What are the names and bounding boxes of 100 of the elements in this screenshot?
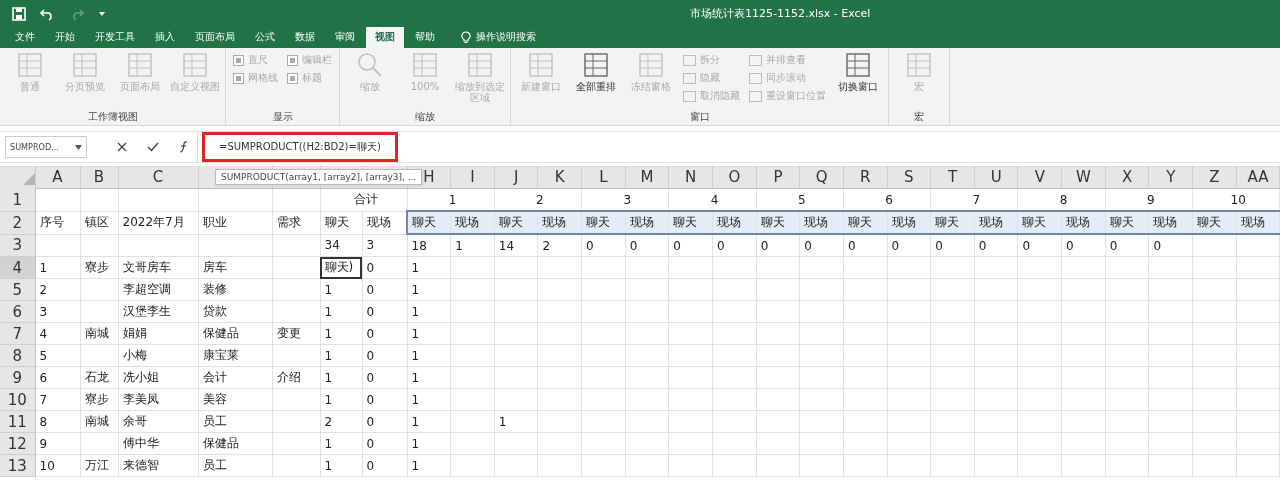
- table-cell: 1: [35, 256, 80, 279]
- table-cell: 聊天: [407, 211, 451, 234]
- row-header[interactable]: 9: [0, 366, 35, 389]
- row-header[interactable]: 10: [0, 388, 35, 411]
- ribbon-tab[interactable]: 公式: [246, 27, 284, 48]
- table-cell: 0: [1105, 234, 1149, 257]
- formula-text[interactable]: =SUMPRODUCT((H2:BD2)=聊天): [202, 132, 398, 162]
- table-cell: 现场: [537, 211, 582, 234]
- save-icon[interactable]: [12, 6, 26, 21]
- row-header[interactable]: 3: [0, 234, 35, 257]
- ribbon-tab[interactable]: 开发工具: [86, 27, 144, 48]
- column-header[interactable]: Z: [1192, 166, 1237, 189]
- column-header[interactable]: AA: [1236, 166, 1280, 189]
- column-header[interactable]: I: [450, 166, 495, 189]
- table-cell: 万江: [80, 454, 118, 477]
- table-cell: 8: [35, 410, 80, 433]
- name-box[interactable]: SUMPROD...: [5, 136, 87, 158]
- table-cell: 南城: [80, 322, 118, 345]
- table-cell: 现场: [1061, 211, 1106, 234]
- column-header[interactable]: O: [712, 166, 757, 189]
- table-cell: 冼小姐: [118, 366, 198, 389]
- function-icon[interactable]: [179, 141, 189, 153]
- cancel-icon[interactable]: [117, 142, 127, 152]
- table-cell: 1: [320, 300, 362, 323]
- column-header[interactable]: Q: [799, 166, 844, 189]
- table-cell: 0: [712, 234, 757, 257]
- row-header[interactable]: 8: [0, 344, 35, 367]
- ribbon-tab[interactable]: 页面布局: [186, 27, 244, 48]
- column-header[interactable]: V: [1017, 166, 1062, 189]
- row-header[interactable]: 12: [0, 432, 35, 455]
- column-header[interactable]: L: [581, 166, 626, 189]
- column-header[interactable]: C: [118, 166, 198, 189]
- search-tab[interactable]: 操作说明搜索: [452, 27, 545, 48]
- table-cell: 0: [1017, 234, 1062, 257]
- table-cell: 1: [407, 300, 451, 323]
- table-cell: 3: [362, 234, 407, 257]
- table-cell: 1: [320, 366, 362, 389]
- check-icon[interactable]: [147, 142, 159, 152]
- table-cell: 1: [407, 432, 451, 455]
- table-cell: 1: [320, 432, 362, 455]
- column-header[interactable]: S: [887, 166, 931, 189]
- column-header[interactable]: B: [80, 166, 118, 189]
- table-cell: 4: [35, 322, 80, 345]
- ribbon-tab[interactable]: 数据: [286, 27, 324, 48]
- ribbon-tab[interactable]: 审阅: [326, 27, 364, 48]
- table-cell: 0: [362, 344, 407, 367]
- column-header[interactable]: K: [537, 166, 582, 189]
- table-cell: 聊天: [494, 211, 538, 234]
- table-cell: 3: [35, 300, 80, 323]
- row-header[interactable]: 11: [0, 410, 35, 433]
- table-cell: 7: [35, 388, 80, 411]
- table-cell: 0: [668, 234, 713, 257]
- table-cell: 1: [320, 454, 362, 477]
- group-label: 宏: [913, 110, 925, 124]
- row-header[interactable]: 1: [0, 188, 35, 211]
- column-header[interactable]: J: [494, 166, 538, 189]
- table-cell: 0: [887, 234, 931, 257]
- ribbon-tab[interactable]: 帮助: [406, 27, 444, 48]
- table-cell: 小梅: [118, 344, 198, 367]
- row-header[interactable]: 6: [0, 300, 35, 323]
- table-cell: 10: [35, 454, 80, 477]
- column-header[interactable]: M: [625, 166, 669, 189]
- table-cell: 1: [450, 234, 495, 257]
- table-cell: 现场: [887, 211, 931, 234]
- table-cell: 1: [320, 322, 362, 345]
- table-cell: 现场: [1236, 211, 1280, 234]
- dropdown-arrow-icon[interactable]: [98, 9, 106, 18]
- table-cell: 1: [320, 344, 362, 367]
- row-header[interactable]: 7: [0, 322, 35, 345]
- column-header[interactable]: T: [930, 166, 975, 189]
- row-header[interactable]: 2: [0, 211, 35, 234]
- table-cell: 聊天: [1192, 211, 1237, 234]
- table-cell: 2: [35, 278, 80, 301]
- column-header[interactable]: N: [668, 166, 713, 189]
- table-cell: 0: [362, 410, 407, 433]
- column-header[interactable]: W: [1061, 166, 1106, 189]
- column-header[interactable]: A: [35, 166, 80, 189]
- row-header[interactable]: 4: [0, 256, 35, 279]
- column-header[interactable]: X: [1105, 166, 1149, 189]
- table-cell: 1: [407, 454, 451, 477]
- ribbon-tab[interactable]: 文件: [6, 27, 44, 48]
- table-cell: 房车: [198, 256, 272, 279]
- table-cell: 序号: [35, 211, 80, 234]
- table-cell: 合计: [320, 188, 407, 211]
- ribbon-tab[interactable]: 视图: [366, 27, 404, 48]
- column-header[interactable]: Y: [1148, 166, 1193, 189]
- row-header[interactable]: 5: [0, 278, 35, 301]
- column-header[interactable]: P: [756, 166, 800, 189]
- ribbon-button[interactable]: 全部重排: [570, 51, 622, 110]
- table-cell: 贷款: [198, 300, 272, 323]
- ribbon-button[interactable]: 切换窗口: [832, 51, 884, 110]
- column-header[interactable]: R: [843, 166, 888, 189]
- table-cell: 聊天: [581, 211, 626, 234]
- table-cell: 聊天: [320, 211, 362, 234]
- table-cell: 汉堡李生: [118, 300, 198, 323]
- ribbon-tab[interactable]: 开始: [46, 27, 84, 48]
- row-header[interactable]: 13: [0, 454, 35, 477]
- ribbon-tab[interactable]: 插入: [146, 27, 184, 48]
- column-header[interactable]: U: [974, 166, 1018, 189]
- active-cell[interactable]: 聊天): [320, 256, 362, 279]
